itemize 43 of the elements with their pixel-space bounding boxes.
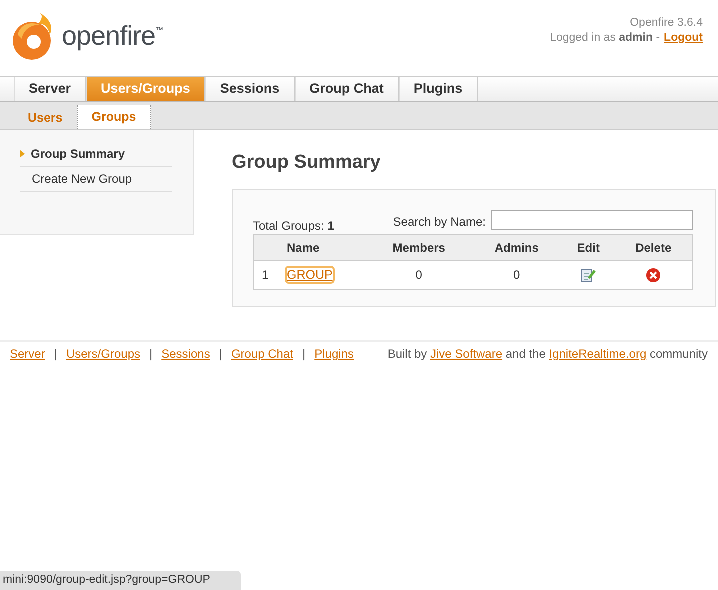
column-header: Name [287, 240, 320, 254]
search-label: Search by Name: [393, 215, 486, 231]
row-number: 1 [262, 268, 269, 282]
footer-link[interactable]: Plugins [314, 347, 354, 361]
triangle-icon [20, 150, 25, 158]
sub-tab[interactable]: Groups [76, 105, 152, 129]
nav-tab[interactable]: Plugins [398, 77, 478, 101]
credits-text: Built by Jive Software and the IgniteRealtime.org community [388, 347, 708, 361]
separator-text: | [54, 347, 58, 361]
sub-tab[interactable]: Users [14, 107, 77, 129]
sidebar-item[interactable]: Group Summary [20, 142, 172, 167]
edit-icon[interactable] [581, 268, 596, 283]
footer-link[interactable]: Server [10, 347, 46, 361]
footer-link[interactable]: Group Chat [231, 347, 294, 361]
sidebar-item[interactable]: Create New Group [20, 167, 172, 192]
total-groups-text: Total Groups: 1 [253, 219, 334, 233]
delete-icon[interactable] [646, 268, 662, 283]
credits-link[interactable]: IgniteRealtime.org [549, 347, 647, 361]
status-url-tooltip: mini:9090/group-edit.jsp?group=GROUP [0, 571, 241, 590]
search-field[interactable] [491, 210, 693, 230]
members-count: 0 [416, 268, 422, 282]
column-header: Edit [577, 240, 600, 254]
trademark-sign: ™ [156, 26, 164, 35]
logout-link[interactable]: Logout [664, 32, 703, 44]
nav-tab[interactable]: Server [14, 77, 86, 101]
column-header: Admins [494, 240, 539, 254]
footer-link[interactable]: Users/Groups [66, 347, 140, 361]
column-header: Delete [636, 240, 672, 254]
page-title: Group Summary [232, 152, 382, 174]
separator-text: | [219, 347, 222, 361]
logo-text: openfire [62, 20, 156, 52]
admins-count: 0 [514, 268, 520, 282]
credits-link[interactable]: Jive Software [430, 347, 503, 361]
separator-text: | [302, 347, 306, 361]
nav-tab[interactable]: Users/Groups [86, 77, 206, 101]
column-header: Members [392, 240, 446, 254]
group-name-link[interactable]: GROUP [287, 268, 333, 282]
separator-text: | [150, 347, 153, 361]
version-text: Openfire 3.6.4 [629, 16, 703, 31]
login-text: Logged in as admin - [550, 32, 660, 44]
nav-tab[interactable]: Sessions [205, 77, 295, 101]
footer-link[interactable]: Sessions [162, 347, 210, 361]
nav-tab[interactable]: Group Chat [294, 77, 399, 101]
